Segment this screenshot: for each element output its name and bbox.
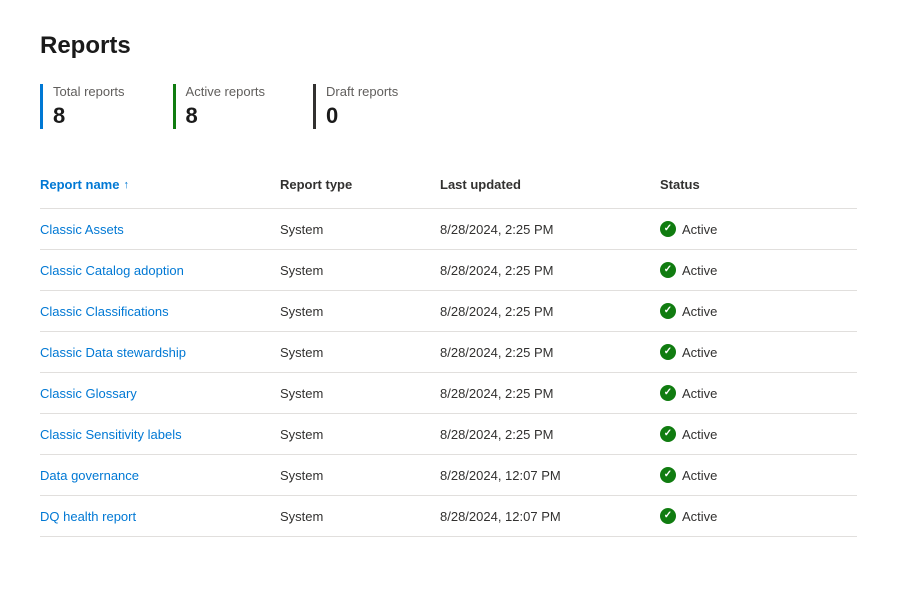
status-active-icon <box>660 508 676 524</box>
status-active-icon <box>660 426 676 442</box>
status-active-icon <box>660 221 676 237</box>
report-type-cell: System <box>280 456 440 495</box>
status-active-icon <box>660 385 676 401</box>
reports-table: Report name ↑ Report type Last updated S… <box>40 169 857 537</box>
status-cell: Active <box>660 250 857 290</box>
table-row: Classic Data stewardship System 8/28/202… <box>40 332 857 373</box>
status-label: Active <box>682 304 717 319</box>
table-row: DQ health report System 8/28/2024, 12:07… <box>40 496 857 537</box>
table-row: Data governance System 8/28/2024, 12:07 … <box>40 455 857 496</box>
stats-row: Total reports 8 Active reports 8 Draft r… <box>40 84 857 129</box>
report-type-cell: System <box>280 292 440 331</box>
table-header: Report name ↑ Report type Last updated S… <box>40 169 857 209</box>
last-updated-cell: 8/28/2024, 2:25 PM <box>440 251 660 290</box>
column-header-report-name[interactable]: Report name ↑ <box>40 169 280 200</box>
report-name-cell[interactable]: DQ health report <box>40 497 280 536</box>
report-type-cell: System <box>280 415 440 454</box>
status-label: Active <box>682 222 717 237</box>
column-header-last-updated: Last updated <box>440 169 660 200</box>
report-type-cell: System <box>280 210 440 249</box>
status-label: Active <box>682 345 717 360</box>
status-label: Active <box>682 509 717 524</box>
status-active-icon <box>660 467 676 483</box>
report-name-cell[interactable]: Classic Assets <box>40 210 280 249</box>
table-row: Classic Classifications System 8/28/2024… <box>40 291 857 332</box>
last-updated-cell: 8/28/2024, 2:25 PM <box>440 333 660 372</box>
report-name-cell[interactable]: Classic Data stewardship <box>40 333 280 372</box>
stat-draft-value: 0 <box>326 103 398 129</box>
page-container: Reports Total reports 8 Active reports 8… <box>0 0 897 613</box>
status-label: Active <box>682 468 717 483</box>
status-cell: Active <box>660 291 857 331</box>
status-active-icon <box>660 344 676 360</box>
table-row: Classic Sensitivity labels System 8/28/2… <box>40 414 857 455</box>
status-cell: Active <box>660 414 857 454</box>
stat-active-label: Active reports <box>186 84 265 99</box>
last-updated-cell: 8/28/2024, 12:07 PM <box>440 497 660 536</box>
table-row: Classic Assets System 8/28/2024, 2:25 PM… <box>40 209 857 250</box>
last-updated-cell: 8/28/2024, 2:25 PM <box>440 415 660 454</box>
table-body: Classic Assets System 8/28/2024, 2:25 PM… <box>40 209 857 537</box>
last-updated-cell: 8/28/2024, 2:25 PM <box>440 210 660 249</box>
status-cell: Active <box>660 373 857 413</box>
report-name-cell[interactable]: Classic Catalog adoption <box>40 251 280 290</box>
report-type-cell: System <box>280 497 440 536</box>
status-cell: Active <box>660 455 857 495</box>
table-row: Classic Glossary System 8/28/2024, 2:25 … <box>40 373 857 414</box>
status-label: Active <box>682 427 717 442</box>
report-name-cell[interactable]: Classic Sensitivity labels <box>40 415 280 454</box>
status-cell: Active <box>660 332 857 372</box>
last-updated-cell: 8/28/2024, 2:25 PM <box>440 292 660 331</box>
page-title: Reports <box>40 32 857 60</box>
status-label: Active <box>682 263 717 278</box>
report-type-cell: System <box>280 374 440 413</box>
last-updated-cell: 8/28/2024, 2:25 PM <box>440 374 660 413</box>
report-type-cell: System <box>280 251 440 290</box>
stat-active-reports: Active reports 8 <box>173 84 265 129</box>
report-name-cell[interactable]: Classic Classifications <box>40 292 280 331</box>
status-active-icon <box>660 303 676 319</box>
column-header-report-type: Report type <box>280 169 440 200</box>
stat-total-reports: Total reports 8 <box>40 84 125 129</box>
report-type-cell: System <box>280 333 440 372</box>
report-name-cell[interactable]: Data governance <box>40 456 280 495</box>
stat-total-label: Total reports <box>53 84 125 99</box>
status-label: Active <box>682 386 717 401</box>
report-name-cell[interactable]: Classic Glossary <box>40 374 280 413</box>
sort-arrow-icon: ↑ <box>123 179 129 191</box>
table-row: Classic Catalog adoption System 8/28/202… <box>40 250 857 291</box>
stat-active-value: 8 <box>186 103 265 129</box>
stat-total-value: 8 <box>53 103 125 129</box>
stat-draft-reports: Draft reports 0 <box>313 84 398 129</box>
column-header-status: Status <box>660 169 857 200</box>
stat-draft-label: Draft reports <box>326 84 398 99</box>
status-cell: Active <box>660 209 857 249</box>
status-cell: Active <box>660 496 857 536</box>
status-active-icon <box>660 262 676 278</box>
last-updated-cell: 8/28/2024, 12:07 PM <box>440 456 660 495</box>
